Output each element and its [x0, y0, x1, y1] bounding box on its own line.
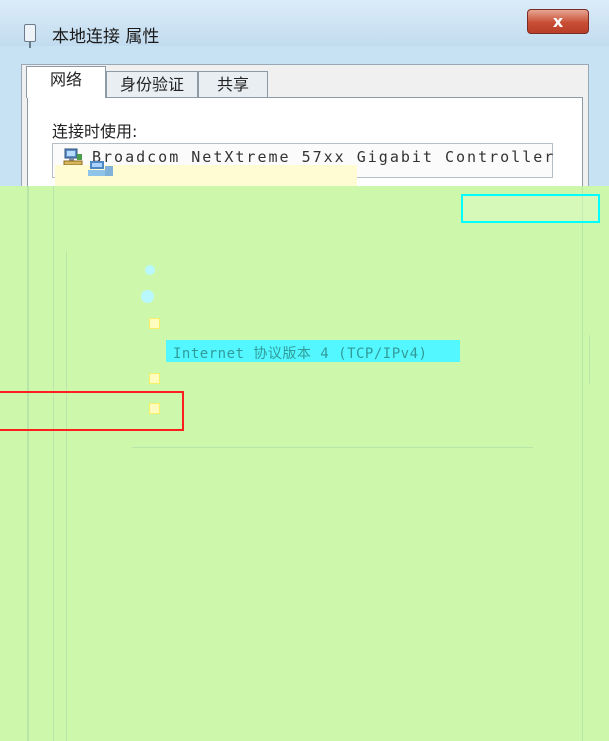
component-dot-1 [145, 265, 155, 275]
overlay-rule-left-3 [66, 251, 67, 741]
tab-sharing[interactable]: 共享 [198, 71, 268, 98]
tab-authentication[interactable]: 身份验证 [106, 71, 198, 98]
close-button[interactable]: x [527, 9, 589, 34]
green-overlay [0, 186, 609, 741]
overlay-rule-box [589, 335, 590, 384]
connect-using-label: 连接时使用: [52, 122, 138, 141]
red-selection-box [0, 391, 184, 431]
network-connection-icon [24, 24, 36, 48]
component-dot-2 [141, 290, 154, 303]
overlay-rule-horizontal [132, 447, 533, 448]
component-checkbox-2[interactable] [149, 373, 160, 384]
tab-network[interactable]: 网络 [26, 66, 106, 98]
adapter-name: Broadcom NetXtreme 57xx Gigabit Controll… [92, 148, 556, 166]
overlay-rule-left-2 [53, 186, 54, 741]
overlay-rule-right [582, 186, 583, 741]
configure-button[interactable] [461, 194, 600, 223]
component-icon [88, 161, 113, 176]
window-title: 本地连接 属性 [52, 27, 160, 47]
selected-component-label: Internet 协议版本 4 (TCP/IPv4) [173, 346, 428, 362]
overlay-rule-left-1 [27, 186, 29, 741]
component-checkbox-1[interactable] [149, 318, 160, 329]
